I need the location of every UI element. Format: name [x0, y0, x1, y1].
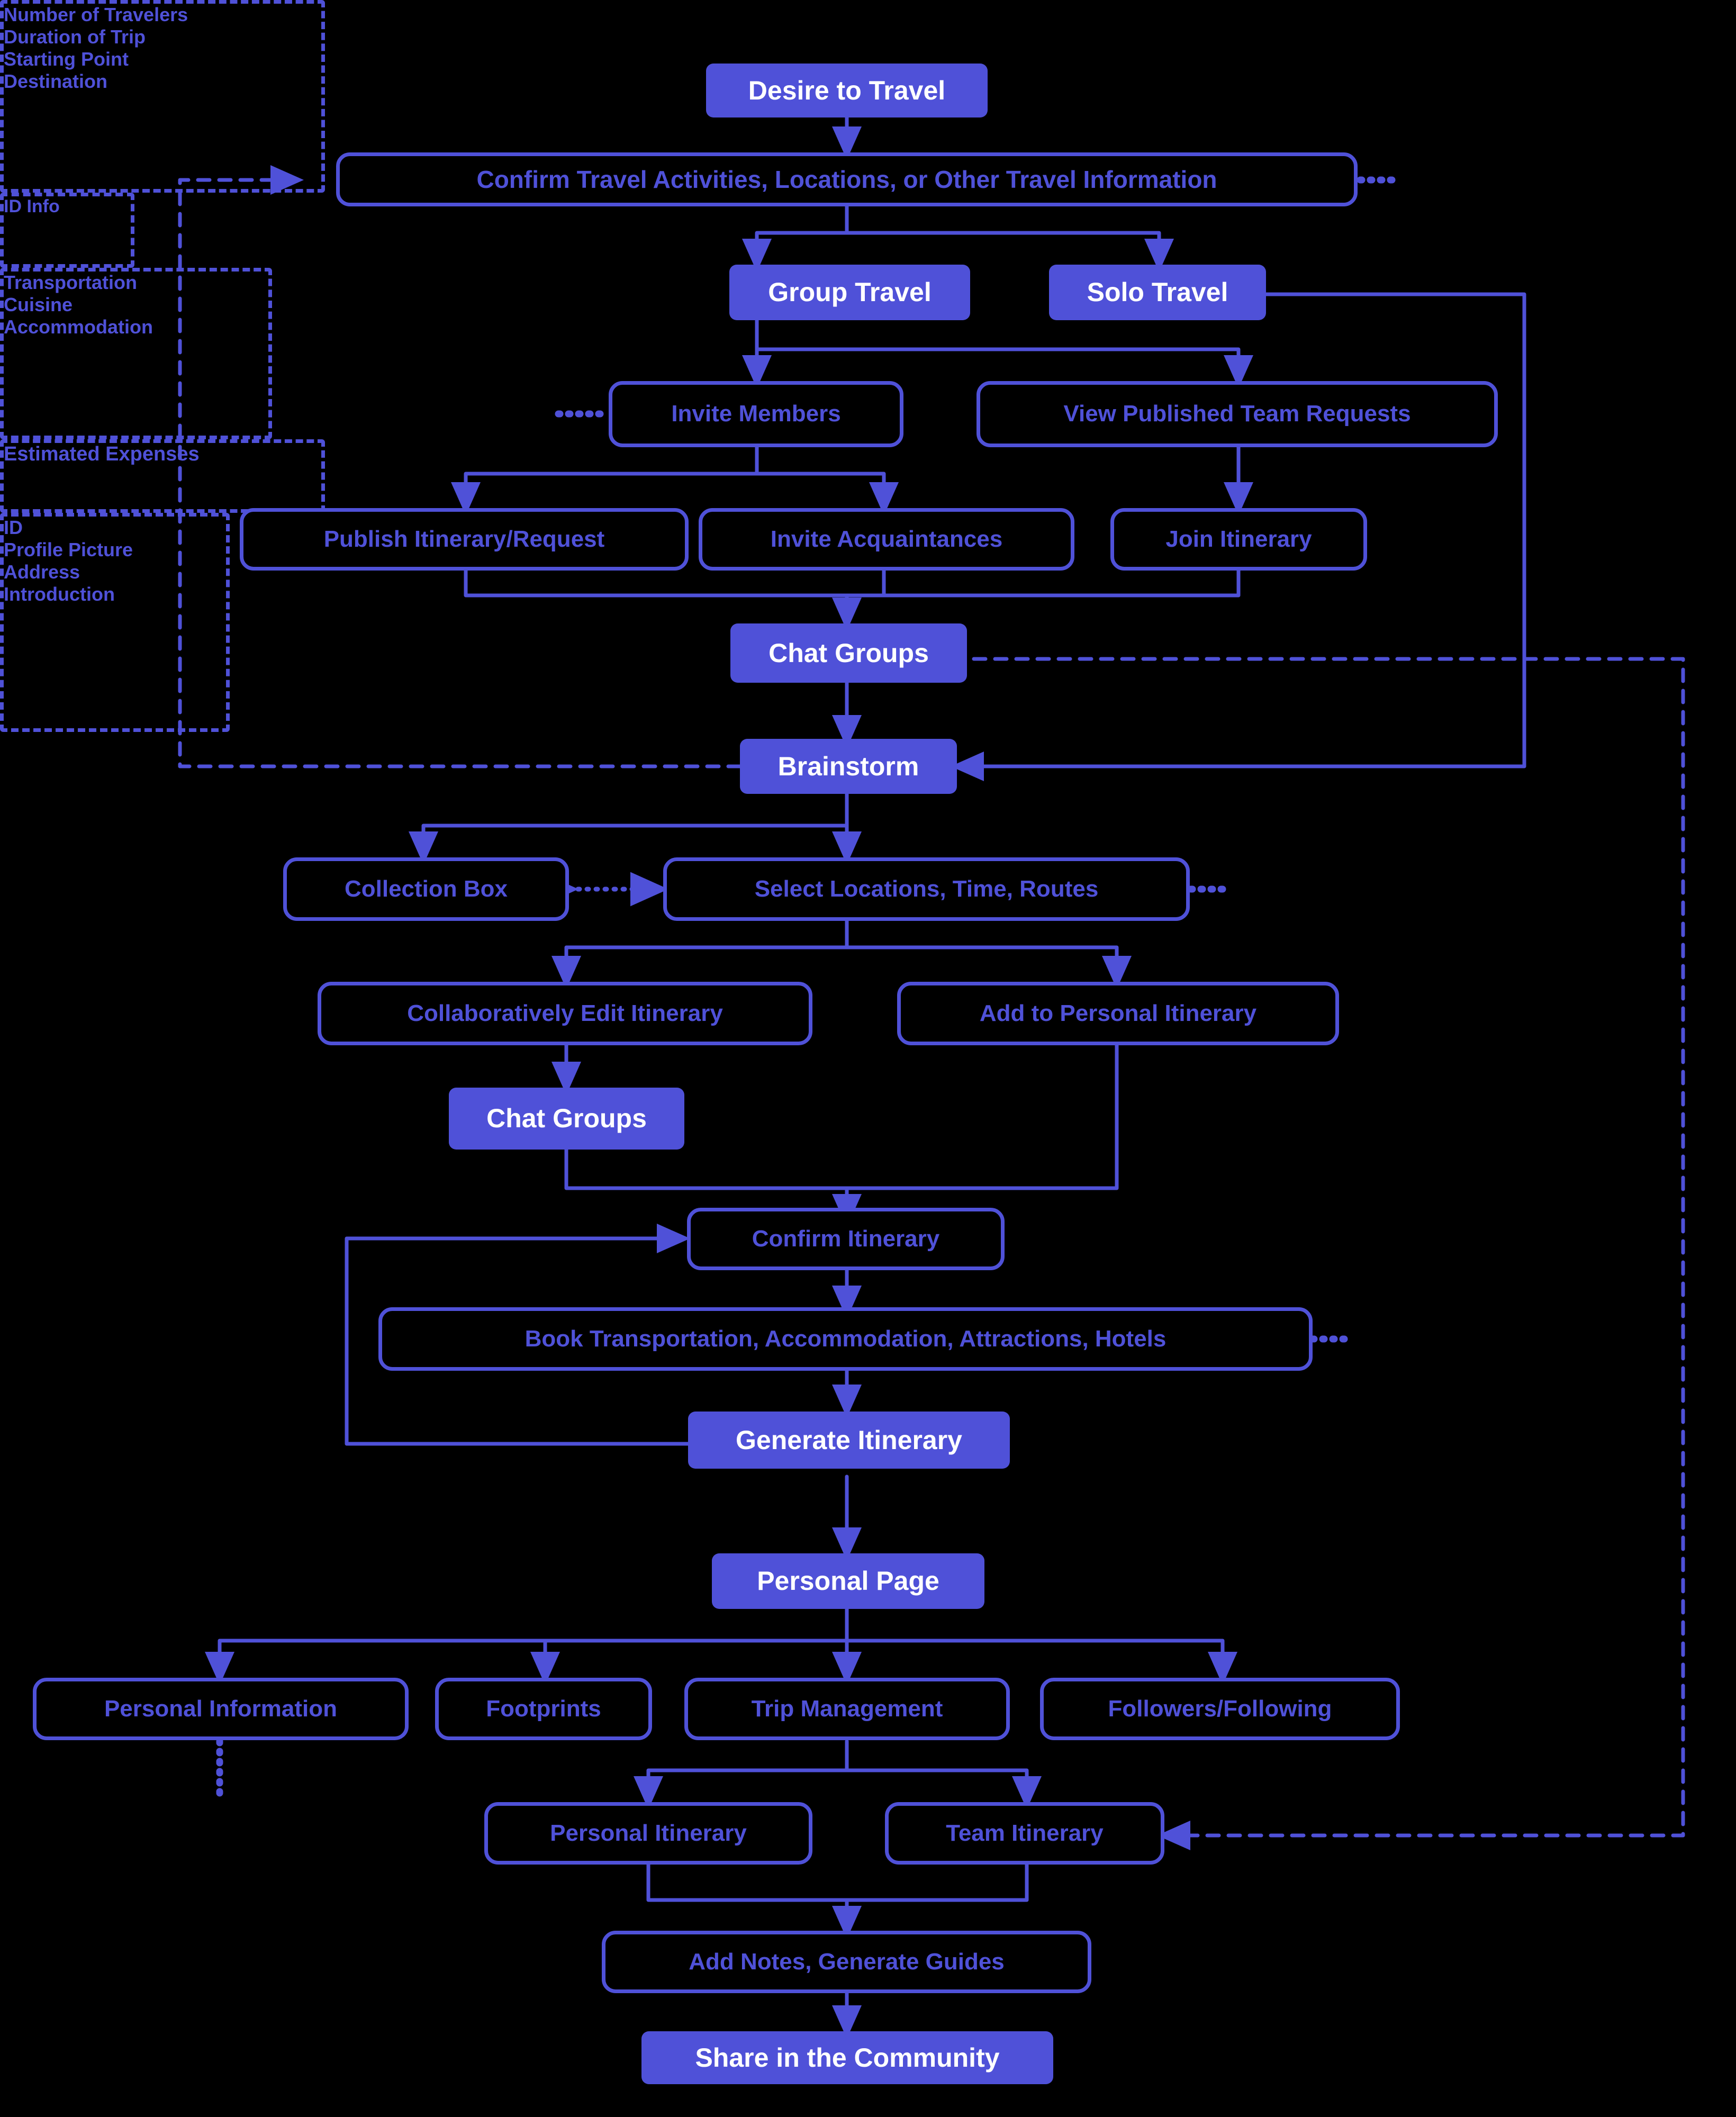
note-line-cuisine: Cuisine	[4, 294, 73, 315]
node-add-to-personal-itinerary[interactable]: Add to Personal Itinerary	[897, 982, 1339, 1045]
note-line-accommodation: Accommodation	[4, 316, 153, 338]
node-label: Share in the Community	[695, 2042, 1000, 2073]
node-confirm-itinerary[interactable]: Confirm Itinerary	[687, 1208, 1005, 1270]
flowchart-canvas: Desire to Travel Confirm Travel Activiti…	[0, 0, 1736, 2117]
node-view-published-team-requests[interactable]: View Published Team Requests	[976, 381, 1498, 447]
note-line-destination: Destination	[4, 70, 108, 92]
note-line-id: ID	[4, 517, 23, 538]
node-label: Collaboratively Edit Itinerary	[407, 1000, 723, 1026]
node-label: Chat Groups	[768, 638, 929, 668]
node-label: Desire to Travel	[748, 75, 946, 105]
node-publish-itinerary-request[interactable]: Publish Itinerary/Request	[240, 508, 689, 571]
node-label: Invite Acquaintances	[770, 526, 1003, 552]
node-collaboratively-edit-itinerary[interactable]: Collaboratively Edit Itinerary	[318, 982, 812, 1045]
note-estimated-expenses: Estimated Expenses	[0, 439, 325, 513]
node-select-locations-time-routes[interactable]: Select Locations, Time, Routes	[663, 857, 1190, 921]
node-label: Generate Itinerary	[736, 1425, 962, 1455]
node-desire-to-travel[interactable]: Desire to Travel	[706, 64, 988, 117]
note-line-transportation: Transportation	[4, 272, 138, 293]
node-label: Team Itinerary	[946, 1820, 1104, 1846]
note-id-info: ID Info	[0, 193, 134, 268]
note-line-introduction: Introduction	[4, 583, 115, 605]
node-label: Select Locations, Time, Routes	[754, 875, 1099, 902]
node-label: Personal Page	[757, 1566, 939, 1596]
node-personal-itinerary[interactable]: Personal Itinerary	[484, 1802, 812, 1865]
node-label: Confirm Travel Activities, Locations, or…	[476, 165, 1217, 193]
note-profile-fields: ID Profile Picture Address Introduction	[0, 513, 230, 732]
node-personal-information[interactable]: Personal Information	[33, 1678, 409, 1740]
node-footprints[interactable]: Footprints	[435, 1678, 652, 1740]
node-label: Chat Groups	[486, 1103, 647, 1134]
note-line-starting-point: Starting Point	[4, 48, 129, 70]
node-chat-groups-secondary[interactable]: Chat Groups	[449, 1088, 684, 1150]
note-line-estimated-expenses: Estimated Expenses	[4, 443, 200, 465]
note-line-address: Address	[4, 561, 80, 583]
note-line-profile-picture: Profile Picture	[4, 539, 133, 560]
node-label: Personal Itinerary	[550, 1820, 747, 1846]
node-label: Join Itinerary	[1165, 526, 1312, 552]
node-join-itinerary[interactable]: Join Itinerary	[1110, 508, 1367, 571]
node-personal-page[interactable]: Personal Page	[712, 1553, 984, 1609]
node-label: Add to Personal Itinerary	[979, 1000, 1257, 1026]
node-collection-box[interactable]: Collection Box	[283, 857, 569, 921]
node-followers-following[interactable]: Followers/Following	[1040, 1678, 1400, 1740]
node-label: Followers/Following	[1108, 1695, 1332, 1722]
node-trip-management[interactable]: Trip Management	[684, 1678, 1010, 1740]
node-brainstorm[interactable]: Brainstorm	[740, 739, 957, 794]
node-label: Confirm Itinerary	[752, 1225, 940, 1252]
node-confirm-travel-info[interactable]: Confirm Travel Activities, Locations, or…	[336, 152, 1358, 206]
node-label: Footprints	[486, 1695, 601, 1722]
node-label: Collection Box	[344, 875, 508, 902]
note-line-number-of-travelers: Number of Travelers	[4, 4, 188, 25]
node-add-notes-generate-guides[interactable]: Add Notes, Generate Guides	[602, 1931, 1091, 1993]
node-invite-members[interactable]: Invite Members	[609, 381, 903, 447]
node-label: Solo Travel	[1087, 277, 1228, 307]
node-chat-groups-primary[interactable]: Chat Groups	[730, 623, 967, 683]
note-line-id-info: ID Info	[4, 196, 60, 216]
node-label: Invite Members	[671, 401, 841, 427]
node-label: Add Notes, Generate Guides	[689, 1948, 1005, 1975]
node-team-itinerary[interactable]: Team Itinerary	[885, 1802, 1164, 1865]
node-book-services[interactable]: Book Transportation, Accommodation, Attr…	[378, 1307, 1313, 1371]
node-solo-travel[interactable]: Solo Travel	[1049, 265, 1266, 320]
note-line-duration-of-trip: Duration of Trip	[4, 26, 146, 48]
node-share-in-the-community[interactable]: Share in the Community	[641, 2031, 1053, 2084]
note-preferences: Transportation Cuisine Accommodation	[0, 268, 272, 439]
node-group-travel[interactable]: Group Travel	[729, 265, 970, 320]
node-label: Brainstorm	[777, 751, 919, 781]
node-label: View Published Team Requests	[1063, 401, 1411, 427]
node-invite-acquaintances[interactable]: Invite Acquaintances	[699, 508, 1074, 571]
node-generate-itinerary[interactable]: Generate Itinerary	[688, 1412, 1010, 1469]
node-label: Personal Information	[104, 1695, 338, 1722]
note-trip-parameters: Number of Travelers Duration of Trip Sta…	[0, 0, 325, 193]
node-label: Book Transportation, Accommodation, Attr…	[525, 1325, 1167, 1352]
node-label: Trip Management	[751, 1695, 943, 1722]
node-label: Publish Itinerary/Request	[323, 526, 605, 552]
node-label: Group Travel	[768, 277, 932, 307]
